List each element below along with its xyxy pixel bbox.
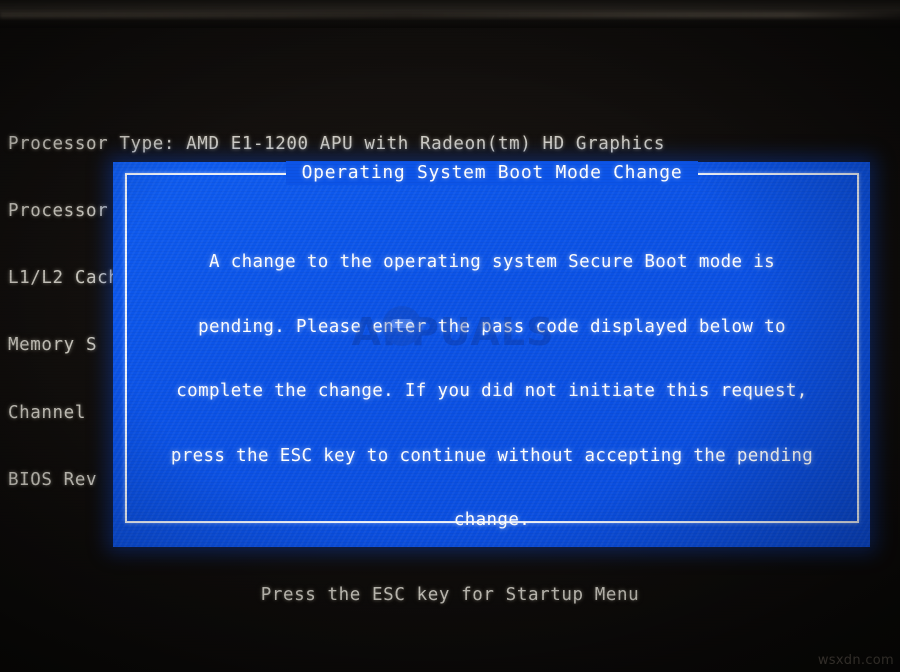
dialog-border: Operating System Boot Mode Change A chan… [125,161,859,530]
dialog-title-bar: Operating System Boot Mode Change [127,161,857,185]
dialog-body-line-2: pending. Please enter the pass code disp… [198,316,786,337]
bios-screen: Processor Type: AMD E1-1200 APU with Rad… [0,0,900,672]
post-line-processor-type: Processor Type: AMD E1-1200 APU with Rad… [8,133,666,154]
dialog-body-line-3: complete the change. If you did not init… [176,381,808,401]
boot-mode-change-dialog: Operating System Boot Mode Change A chan… [113,161,870,547]
dialog-title: Operating System Boot Mode Change [285,161,699,185]
dialog-body-line-5: change. [453,510,531,530]
monitor-bezel [0,0,900,30]
dialog-body-line-1: A change to the operating system Secure … [208,252,776,272]
dialog-content: A change to the operating system Secure … [141,209,843,672]
spacer-after-body [141,596,843,619]
dialog-body-line-4: press the ESC key to continue without ac… [170,445,814,466]
bezel-light-streak [0,12,900,18]
corner-site-watermark: wsxdn.com [817,653,894,668]
